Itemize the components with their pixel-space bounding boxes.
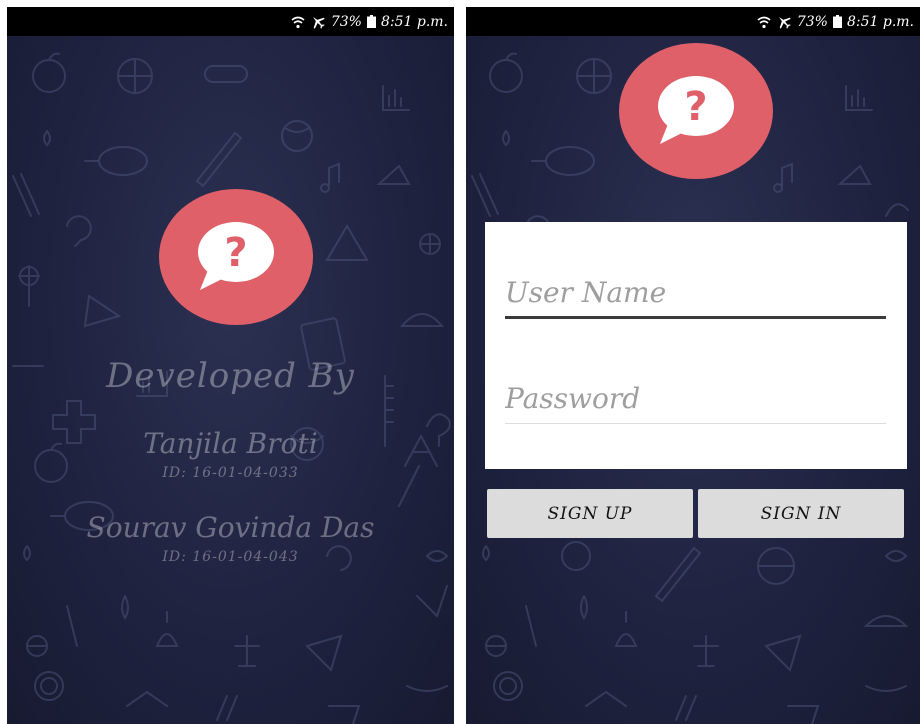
wifi-icon	[757, 15, 771, 29]
battery-percent: 73%	[330, 13, 362, 30]
clock: 8:51 p.m.	[380, 13, 448, 30]
username-field[interactable]	[505, 269, 886, 319]
developer-name: Sourav Govinda Das	[86, 511, 375, 544]
app-logo: ?	[619, 43, 773, 179]
password-field[interactable]	[505, 374, 886, 424]
svg-text:?: ?	[684, 84, 707, 130]
developed-by-heading: Developed By	[106, 356, 355, 396]
clock: 8:51 p.m.	[846, 13, 914, 30]
svg-text:?: ?	[224, 230, 247, 276]
airplane-icon	[776, 14, 792, 30]
splash-screen: 73% 8:51 p.m. ? Developed By Tanjila Bro…	[7, 7, 454, 724]
sign-up-button[interactable]: SIGN UP	[487, 489, 693, 538]
battery-icon	[832, 15, 842, 28]
login-screen: 73% 8:51 p.m. ? User Name SIGN UP SIGN I…	[466, 7, 920, 724]
airplane-icon	[310, 14, 326, 30]
battery-percent: 73%	[796, 13, 828, 30]
sign-in-button[interactable]: SIGN IN	[698, 489, 904, 538]
status-bar: 73% 8:51 p.m.	[466, 7, 920, 36]
wifi-icon	[291, 15, 305, 29]
question-chat-bubble-icon: ?	[654, 72, 738, 150]
battery-icon	[366, 15, 376, 28]
question-chat-bubble-icon: ?	[194, 218, 278, 296]
status-bar: 73% 8:51 p.m.	[7, 7, 454, 36]
developer-name: Tanjila Broti	[143, 427, 318, 460]
app-logo: ?	[159, 189, 313, 325]
login-card	[485, 222, 907, 469]
developer-id: ID: 16-01-04-033	[162, 465, 299, 481]
developer-id: ID: 16-01-04-043	[162, 549, 299, 565]
